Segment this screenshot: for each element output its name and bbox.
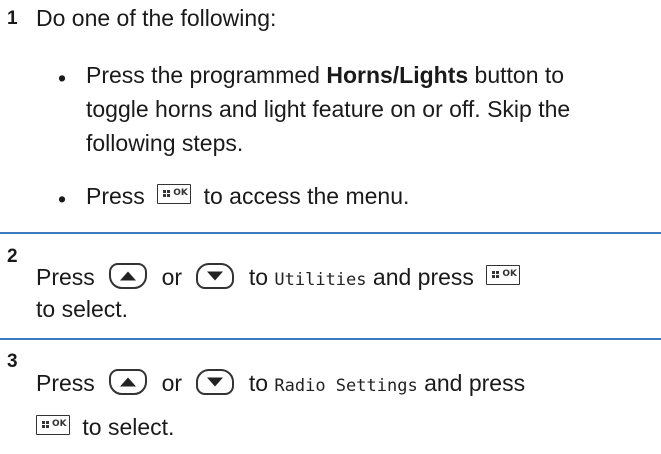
- step-text-segment: and press: [372, 264, 474, 290]
- step-intro-text: Do one of the following:: [36, 5, 277, 31]
- step-text-segment: to: [248, 264, 268, 290]
- down-arrow-key-icon: [196, 368, 235, 395]
- up-arrow-key-icon: [109, 368, 148, 395]
- menu-grid-glyph: [492, 270, 500, 278]
- menu-ok-key-icon: OK: [36, 414, 70, 435]
- step-text-line: Press or to Radio Settings and press: [36, 368, 525, 401]
- bullet-text-segment: button to: [468, 62, 565, 88]
- step-text-segment: Press: [36, 264, 95, 290]
- bullet-text-segment: Press: [86, 183, 145, 209]
- horns-lights-button-name: Horns/Lights: [326, 62, 469, 88]
- step-text-segment: to: [248, 370, 268, 396]
- step-divider: [0, 232, 661, 234]
- down-arrow-key-icon: [196, 262, 235, 289]
- bullet-text-line: Press the programmed Horns/Lights button…: [86, 60, 564, 90]
- bullet-text-line: following steps.: [86, 130, 244, 156]
- ok-key-label: OK: [52, 418, 67, 429]
- bullet-text-segment: to access the menu.: [203, 183, 410, 209]
- bullet-text-segment: Press the programmed: [86, 62, 327, 88]
- bullet-text-line: Press OK to access the menu.: [86, 181, 409, 211]
- menu-ok-key-icon: OK: [157, 183, 192, 204]
- up-triangle-glyph: [120, 377, 137, 387]
- ok-key-label: OK: [502, 268, 517, 279]
- step-text-line: Press or to Utilities and press OK: [36, 262, 526, 295]
- step-number: 3: [7, 351, 18, 372]
- step-text-segment: to select.: [82, 414, 175, 440]
- menu-grid-glyph: [42, 420, 49, 428]
- bullet-text-line: toggle horns and light feature on or off…: [86, 96, 571, 122]
- step-text-segment: and press: [424, 370, 526, 396]
- bullet-mark: •: [58, 186, 67, 212]
- step-text-segment: Press: [36, 370, 95, 396]
- up-arrow-key-icon: [109, 262, 148, 289]
- menu-grid-glyph: [163, 189, 171, 197]
- ok-key-label: OK: [173, 187, 188, 198]
- menu-ok-key-icon: OK: [486, 264, 521, 285]
- step-number: 2: [7, 246, 18, 267]
- menu-item-radio-settings: Radio Settings: [274, 376, 418, 396]
- step-text-segment: or: [161, 370, 183, 396]
- down-triangle-glyph: [207, 377, 224, 387]
- menu-item-utilities: Utilities: [274, 270, 367, 290]
- down-triangle-glyph: [207, 271, 224, 281]
- step-divider: [0, 338, 661, 340]
- bullet-mark: •: [58, 65, 67, 91]
- step-number: 1: [7, 8, 18, 29]
- step-text-line: to select.: [36, 296, 129, 322]
- step-text-line: OK to select.: [36, 412, 174, 442]
- step-text-segment: or: [161, 264, 183, 290]
- up-triangle-glyph: [120, 271, 137, 281]
